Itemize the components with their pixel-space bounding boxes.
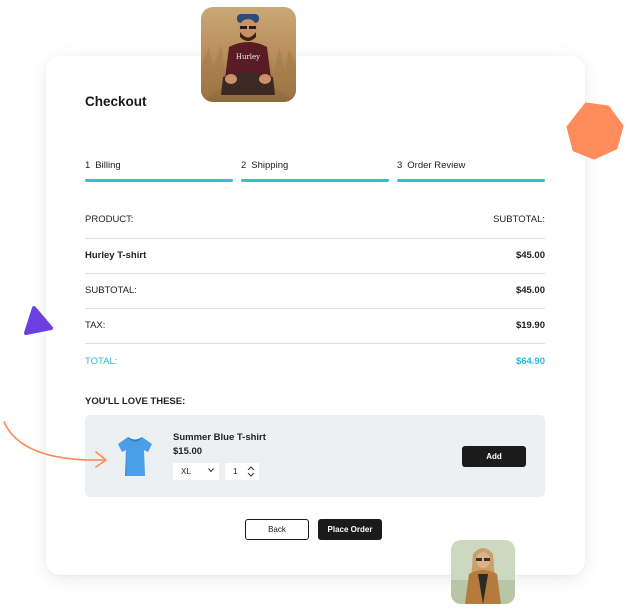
triangle-decoration-icon <box>24 306 53 335</box>
total-row: TOTAL: $64.90 <box>85 344 545 379</box>
product-price: $45.00 <box>515 250 545 261</box>
subtotal-label: SUBTOTAL: <box>85 285 137 296</box>
checkout-card: Checkout 1 Billing 2 Shipping 3 Order Revie… <box>46 56 585 575</box>
step-label: Billing <box>95 160 121 171</box>
order-summary-table: PRODUCT: SUBTOTAL: Hurley T-shirt $45.00… <box>85 204 545 379</box>
subtotal-column-header: SUBTOTAL: <box>493 214 545 225</box>
recommendations-title: YOU'LL LOVE THESE: <box>85 396 186 407</box>
product-column-header: PRODUCT: <box>85 214 134 225</box>
step-shipping[interactable]: 2 Shipping <box>241 160 389 184</box>
step-label: Order Review <box>407 160 466 171</box>
size-select-value: XL <box>181 467 191 476</box>
table-row: Hurley T-shirt $45.00 <box>85 239 545 274</box>
step-progress-bar <box>85 179 233 182</box>
recommended-product-card: Summer Blue T-shirt $15.00 XL 1 Add <box>85 415 545 497</box>
page-title: Checkout <box>85 94 147 109</box>
table-row: TAX: $19.90 <box>85 309 545 344</box>
total-label: TOTAL: <box>85 356 118 367</box>
step-number: 3 <box>397 160 403 171</box>
recommended-product-name: Summer Blue T-shirt <box>173 432 266 443</box>
model-photo-woman <box>451 540 515 604</box>
step-progress-bar <box>397 179 545 182</box>
step-number: 1 <box>85 160 91 171</box>
model-photo-man: Hurley <box>201 7 296 102</box>
step-billing[interactable]: 1 Billing <box>85 160 233 184</box>
tax-value: $19.90 <box>515 320 545 331</box>
subtotal-value: $45.00 <box>515 285 545 296</box>
arrow-decoration-icon <box>3 421 107 468</box>
step-order-review[interactable]: 3 Order Review <box>397 160 545 184</box>
product-name: Hurley T-shirt <box>85 250 147 261</box>
svg-text:Hurley: Hurley <box>236 53 260 61</box>
table-row: SUBTOTAL: $45.00 <box>85 274 545 309</box>
step-number: 2 <box>241 160 247 171</box>
size-select[interactable]: XL <box>173 463 219 480</box>
place-order-button[interactable]: Place Order <box>318 519 382 540</box>
quantity-stepper[interactable]: 1 <box>225 463 259 480</box>
step-progress-bar <box>241 179 389 182</box>
back-button[interactable]: Back <box>245 519 309 540</box>
step-label: Shipping <box>251 160 289 171</box>
recommended-product-price: $15.00 <box>173 446 203 457</box>
table-header-row: PRODUCT: SUBTOTAL: <box>85 204 545 239</box>
tshirt-icon <box>118 437 152 476</box>
checkout-steps: 1 Billing 2 Shipping 3 Order Review <box>85 160 545 184</box>
hexagon-decoration-icon <box>566 102 624 160</box>
add-to-cart-button[interactable]: Add <box>462 446 526 467</box>
stepper-arrows-icon[interactable] <box>247 465 255 477</box>
quantity-value: 1 <box>233 467 238 476</box>
chevron-down-icon <box>208 467 214 475</box>
total-value: $64.90 <box>515 356 545 367</box>
tax-label: TAX: <box>85 320 106 331</box>
